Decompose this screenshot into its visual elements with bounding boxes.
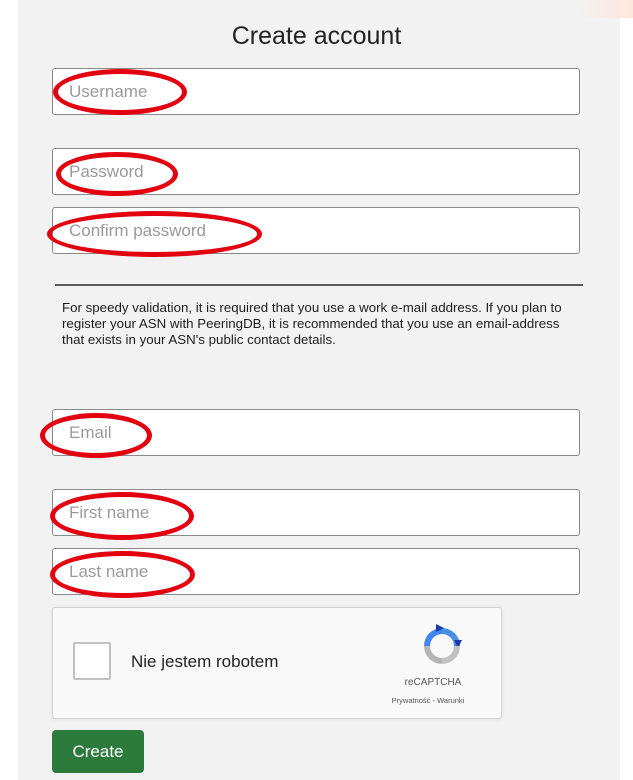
email-requirement-note: For speedy validation, it is required th… bbox=[62, 300, 562, 347]
last-name-field[interactable] bbox=[52, 548, 580, 595]
recaptcha-logo-icon bbox=[424, 624, 462, 664]
section-divider bbox=[55, 284, 583, 286]
recaptcha-label: Nie jestem robotem bbox=[131, 652, 279, 671]
first-name-field[interactable] bbox=[52, 489, 580, 536]
page-title: Create account bbox=[231, 22, 402, 50]
email-field[interactable] bbox=[52, 409, 580, 456]
corner-accent bbox=[573, 0, 633, 18]
recaptcha-checkbox[interactable] bbox=[73, 642, 111, 680]
create-button[interactable]: Create bbox=[52, 730, 144, 773]
confirm-password-field[interactable] bbox=[52, 207, 580, 254]
password-field[interactable] bbox=[52, 148, 580, 195]
recaptcha-widget: Nie jestem robotem reCAPTCHA Prywatność … bbox=[52, 607, 502, 719]
recaptcha-brand: reCAPTCHA bbox=[404, 677, 462, 688]
username-field[interactable] bbox=[52, 68, 580, 115]
recaptcha-links[interactable]: Prywatność - Warunki bbox=[353, 696, 503, 705]
